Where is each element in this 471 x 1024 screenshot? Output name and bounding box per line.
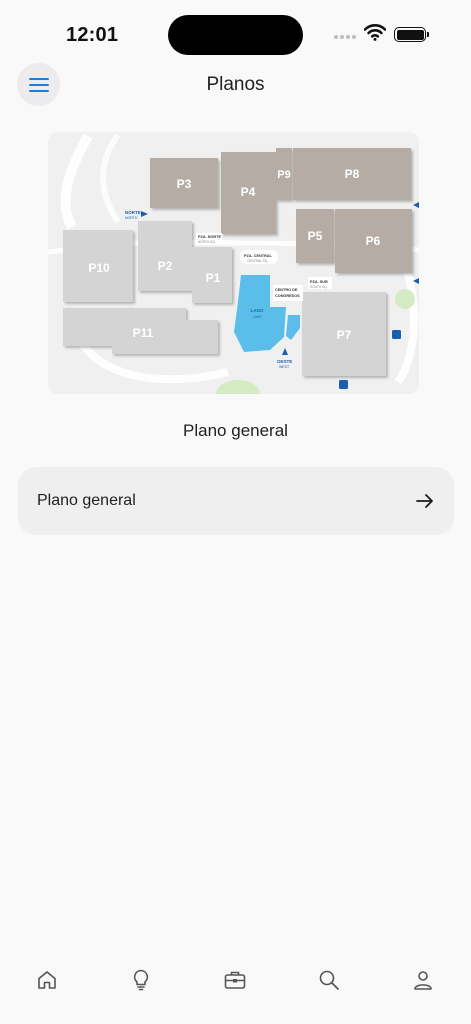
svg-text:P1: P1 (206, 271, 221, 285)
tab-search[interactable] (316, 967, 342, 993)
user-icon (414, 971, 432, 990)
map-image[interactable]: LAGO LAKE P3 P4 P9 P8 P5 P6 P10 P2 P1 P1… (47, 132, 420, 408)
label-congresos: CONGRESOS (275, 294, 300, 298)
tab-ideas[interactable] (128, 967, 154, 993)
plan-item-label: Plano general (37, 492, 136, 509)
tab-business[interactable] (222, 967, 248, 993)
label-pza-sur: PZA. SUR (310, 280, 328, 284)
tab-profile[interactable] (410, 967, 436, 993)
hall-p10: P10 (63, 230, 133, 302)
hall-p1: P1 (192, 247, 232, 303)
dynamic-island (168, 15, 303, 55)
svg-text:P5: P5 (308, 229, 323, 243)
svg-text:P3: P3 (177, 177, 192, 191)
signal-dots-icon (334, 34, 358, 40)
accessibility-icon (339, 380, 348, 389)
label-oeste: OESTE (277, 359, 292, 364)
green-area (395, 289, 415, 309)
status-bar: 12:01 (0, 0, 471, 60)
hall-p8: P8 (293, 148, 411, 200)
label-north-sq: NORTH SQ. (198, 240, 216, 244)
hall-p5: P5 (296, 209, 334, 263)
hall-p3: P3 (150, 158, 218, 208)
hall-p9: P9 (276, 148, 292, 200)
label-south-sq: SOUTH SQ. (310, 285, 328, 289)
hall-p6: P6 (335, 209, 412, 273)
svg-text:P7: P7 (337, 328, 352, 342)
label-west: WEST (279, 365, 290, 369)
tab-bar (0, 955, 471, 1005)
hall-p4: P4 (221, 152, 276, 234)
parking-icon (392, 330, 401, 339)
svg-text:P6: P6 (366, 234, 381, 248)
svg-text:P8: P8 (345, 167, 360, 181)
label-north: NORTH (125, 216, 138, 220)
svg-text:P2: P2 (158, 259, 173, 273)
label-central-sq: CENTRAL SQ. (247, 259, 268, 263)
label-lake: LAKE (253, 315, 263, 319)
battery-icon (394, 27, 426, 42)
svg-text:P9: P9 (277, 169, 290, 181)
svg-text:P10: P10 (88, 261, 110, 275)
briefcase-icon (224, 971, 246, 989)
lightbulb-icon (133, 969, 149, 991)
home-indicator (168, 1010, 303, 1015)
search-icon (319, 970, 339, 990)
arrow-right-icon (416, 494, 433, 508)
page-title: Planos (206, 74, 265, 95)
plan-list-item[interactable]: Plano general (18, 467, 454, 535)
svg-text:P4: P4 (241, 185, 256, 199)
home-icon (38, 971, 56, 989)
wifi-icon (364, 24, 386, 41)
label-pza-norte: PZA. NORTE (198, 235, 221, 239)
label-norte: NORTE (125, 210, 141, 215)
hall-p7: P7 (302, 292, 386, 376)
label-pza-central: PZA. CENTRAL (244, 254, 273, 258)
hall-p2: P2 (138, 221, 192, 291)
status-time: 12:01 (66, 24, 119, 46)
tab-home[interactable] (34, 967, 60, 993)
label-lago: LAGO (251, 308, 264, 313)
venue-map: LAGO LAKE P3 P4 P9 P8 P5 P6 P10 P2 P1 P1… (47, 132, 420, 408)
map-caption: Plano general (183, 421, 288, 440)
label-centro-de: CENTRO DE (275, 288, 298, 292)
svg-text:P11: P11 (133, 326, 154, 340)
